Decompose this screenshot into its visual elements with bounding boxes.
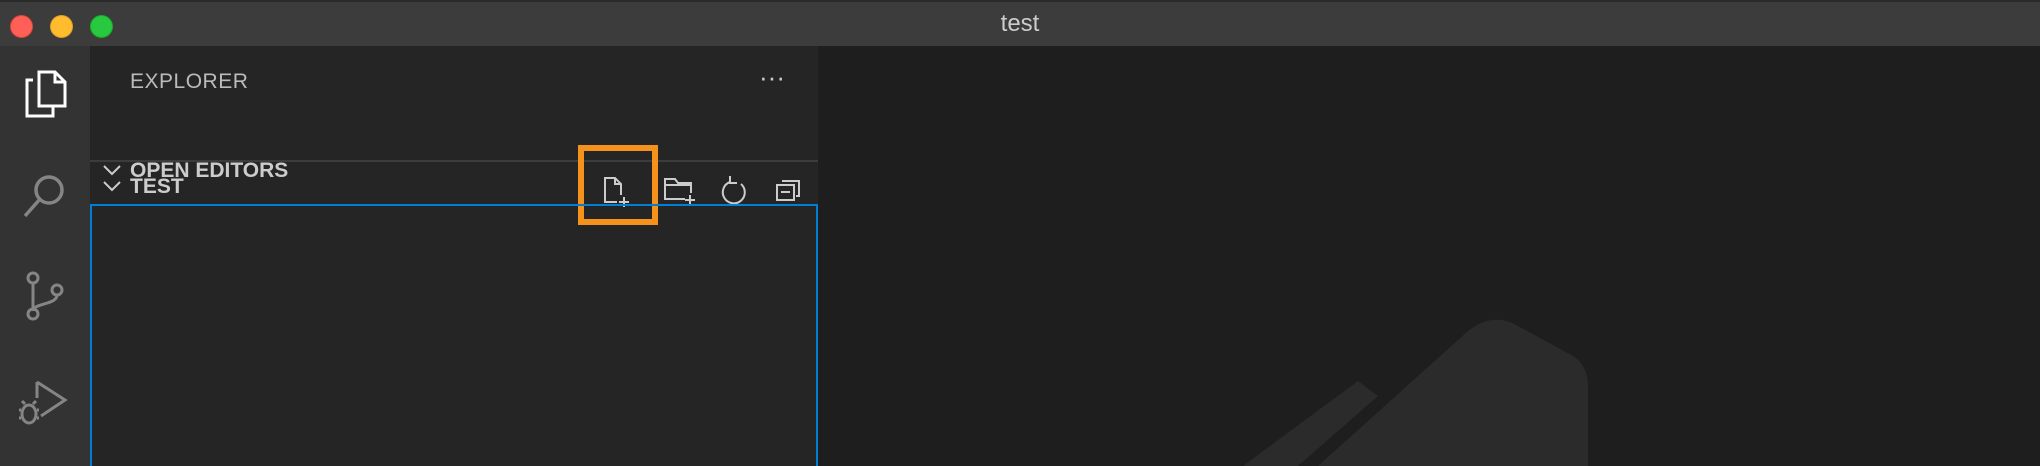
collapse-all-button[interactable] [768,173,808,207]
explorer-icon[interactable] [17,66,73,122]
window-title: test [1000,10,1040,37]
run-debug-icon[interactable] [17,374,73,430]
explorer-title: EXPLORER [130,70,249,93]
editor-area[interactable] [818,46,2040,466]
test-folder-label: TEST [130,175,184,198]
vscode-logo-watermark-icon [1243,319,1588,466]
refresh-icon [721,176,746,205]
test-folder-section-header[interactable]: TEST [90,164,818,208]
title-bar: test [0,0,2040,46]
section-divider [90,160,818,162]
file-tree[interactable] [90,204,818,466]
refresh-button[interactable] [714,173,754,207]
more-actions-button[interactable]: ··· [750,62,794,98]
collapse-all-icon [776,180,800,201]
chevron-down-icon [103,181,121,192]
new-folder-icon [664,178,695,205]
source-control-icon[interactable] [17,268,73,324]
search-icon[interactable] [17,168,73,224]
activity-bar [0,46,90,466]
explorer-sidebar: EXPLORER ··· OPEN EDITORS TEST [90,46,818,466]
new-folder-button[interactable] [661,173,701,207]
